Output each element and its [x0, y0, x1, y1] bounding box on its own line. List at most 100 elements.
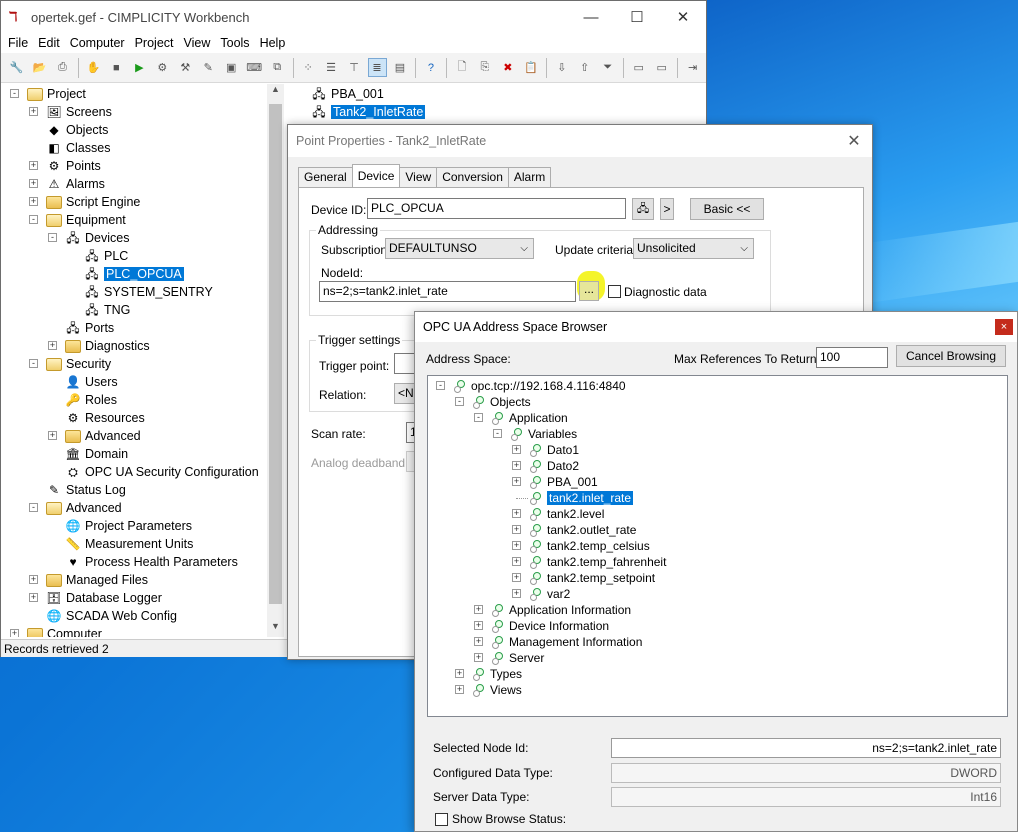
tree-item[interactable]: 🌐 Project Parameters [65, 517, 192, 535]
address-node[interactable]: Types [473, 666, 522, 682]
tree-expander-icon[interactable]: + [512, 461, 521, 470]
menu-help[interactable]: Help [255, 36, 291, 50]
properties-tool-icon[interactable]: 🔧 [7, 58, 26, 77]
tree-item[interactable]: ♥ Process Health Parameters [65, 553, 237, 571]
tree-expander-icon[interactable]: + [29, 161, 38, 170]
address-node[interactable]: tank2.inlet_rate [530, 490, 634, 506]
scroll-up-icon[interactable]: ▲ [267, 84, 284, 100]
new-icon[interactable]: 🗋 [452, 58, 471, 77]
tree-expander-icon[interactable]: - [29, 503, 38, 512]
list-item[interactable]: 🖧 PBA_001 [311, 85, 384, 103]
tree-icon[interactable]: ⊤ [345, 58, 364, 77]
tree-item[interactable]: 🖧 Devices [65, 229, 129, 247]
tree-item[interactable]: Managed Files [46, 571, 148, 589]
tree-expander-icon[interactable]: - [436, 381, 445, 390]
tools-icon[interactable]: ⚒ [176, 58, 195, 77]
address-node[interactable]: Application [492, 410, 568, 426]
tree-expander-icon[interactable]: + [29, 197, 38, 206]
address-node[interactable]: PBA_001 [530, 474, 598, 490]
tree-expander-icon[interactable]: + [512, 445, 521, 454]
tree-expander-icon[interactable]: + [474, 637, 483, 646]
tree-expander-icon[interactable]: + [48, 341, 57, 350]
screens-icon[interactable]: ▣ [222, 58, 241, 77]
help-icon[interactable]: ? [421, 58, 440, 77]
address-node[interactable]: tank2.temp_fahrenheit [530, 554, 666, 570]
tab-general[interactable]: General [298, 167, 353, 187]
tab-alarm[interactable]: Alarm [507, 167, 552, 187]
tree-item[interactable]: 🖧 PLC_OPCUA [84, 265, 184, 283]
tab-view[interactable]: View [399, 167, 438, 187]
filter-icon[interactable]: ⏷ [598, 58, 617, 77]
tree-item[interactable]: Security [46, 355, 111, 373]
address-node[interactable]: Dato1 [530, 442, 579, 458]
max-references-field[interactable]: 100 [816, 347, 888, 368]
menu-edit[interactable]: Edit [33, 36, 65, 50]
menu-project[interactable]: Project [130, 36, 179, 50]
address-node[interactable]: Device Information [492, 618, 609, 634]
tree-expander-icon[interactable]: + [29, 179, 38, 188]
close-icon[interactable]: ✕ [660, 1, 706, 33]
tree-item[interactable]: 🖧 PLC [84, 247, 128, 265]
grid-view-icon[interactable]: ▤ [391, 58, 410, 77]
export-icon[interactable]: ⇧ [575, 58, 594, 77]
tree-expander-icon[interactable]: + [512, 541, 521, 550]
close-icon[interactable]: ✕ [836, 131, 872, 151]
minimize-icon[interactable]: — [568, 1, 614, 33]
tree-expander-icon[interactable]: + [10, 629, 19, 637]
window-icon-2[interactable]: ▭ [652, 58, 671, 77]
device-id-field[interactable]: PLC_OPCUA [367, 198, 626, 219]
address-node[interactable]: tank2.temp_setpoint [530, 570, 655, 586]
tree-expander-icon[interactable]: + [512, 525, 521, 534]
exit-icon[interactable]: ⇥ [683, 58, 702, 77]
hand-icon[interactable]: ✋ [84, 58, 103, 77]
tree-item[interactable]: ✎ Status Log [46, 481, 126, 499]
subscription-select[interactable]: DEFAULTUNSO ⌵ [385, 238, 534, 259]
address-node[interactable]: Server [492, 650, 544, 666]
tree-item[interactable]: Equipment [46, 211, 126, 229]
tree-item[interactable]: ◆ Objects [46, 121, 108, 139]
tree-item[interactable]: Project [27, 85, 86, 103]
maximize-icon[interactable]: ☐ [614, 1, 660, 33]
print-icon[interactable]: ⎙ [53, 58, 72, 77]
tree-item[interactable]: 🗄 Database Logger [46, 589, 162, 607]
address-node[interactable]: Application Information [492, 602, 631, 618]
network-icon[interactable]: ⧉ [268, 58, 287, 77]
copy-icon[interactable]: ⎘ [475, 58, 494, 77]
cancel-browsing-button[interactable]: Cancel Browsing [896, 345, 1006, 367]
open-folder-icon[interactable]: 📂 [30, 58, 49, 77]
basic-toggle-button[interactable]: Basic << [690, 198, 764, 220]
address-node[interactable]: Dato2 [530, 458, 579, 474]
tree-expander-icon[interactable]: + [512, 509, 521, 518]
tree-scrollbar[interactable]: ▲ ▼ [267, 84, 284, 637]
configure-icon[interactable]: ⚙ [153, 58, 172, 77]
details-view-icon[interactable]: ≣ [367, 58, 387, 77]
run-icon[interactable]: ▶ [130, 58, 149, 77]
tree-expander-icon[interactable]: - [10, 89, 19, 98]
tree-expander-icon[interactable]: + [48, 431, 57, 440]
tree-expander-icon[interactable]: + [29, 575, 38, 584]
tree-item[interactable]: Advanced [65, 427, 141, 445]
device-browse-icon[interactable]: 🖧 [632, 198, 654, 220]
menu-view[interactable]: View [179, 36, 216, 50]
next-button[interactable]: > [660, 198, 674, 220]
list-icon[interactable]: ☰ [322, 58, 341, 77]
import-icon[interactable]: ⇩ [552, 58, 571, 77]
scroll-thumb[interactable] [269, 104, 282, 604]
address-node[interactable]: opc.tcp://192.168.4.116:4840 [454, 378, 626, 394]
address-node[interactable]: tank2.temp_celsius [530, 538, 650, 554]
tree-expander-icon[interactable]: + [455, 685, 464, 694]
nodeid-field[interactable]: ns=2;s=tank2.inlet_rate [319, 281, 576, 302]
tree-item[interactable]: ◧ Classes [46, 139, 110, 157]
tree-item[interactable]: 🖧 TNG [84, 301, 130, 319]
selected-node-field[interactable]: ns=2;s=tank2.inlet_rate [611, 738, 1001, 758]
tree-expander-icon[interactable]: + [455, 669, 464, 678]
address-node[interactable]: Variables [511, 426, 577, 442]
tree-item[interactable]: Script Engine [46, 193, 140, 211]
address-node[interactable]: Views [473, 682, 522, 698]
window-icon[interactable]: ▭ [629, 58, 648, 77]
tree-expander-icon[interactable]: + [474, 605, 483, 614]
address-node[interactable]: tank2.outlet_rate [530, 522, 636, 538]
tree-expander-icon[interactable]: - [29, 215, 38, 224]
tree-item[interactable]: 🖼 Screens [46, 103, 111, 121]
tree-expander-icon[interactable]: + [512, 477, 521, 486]
